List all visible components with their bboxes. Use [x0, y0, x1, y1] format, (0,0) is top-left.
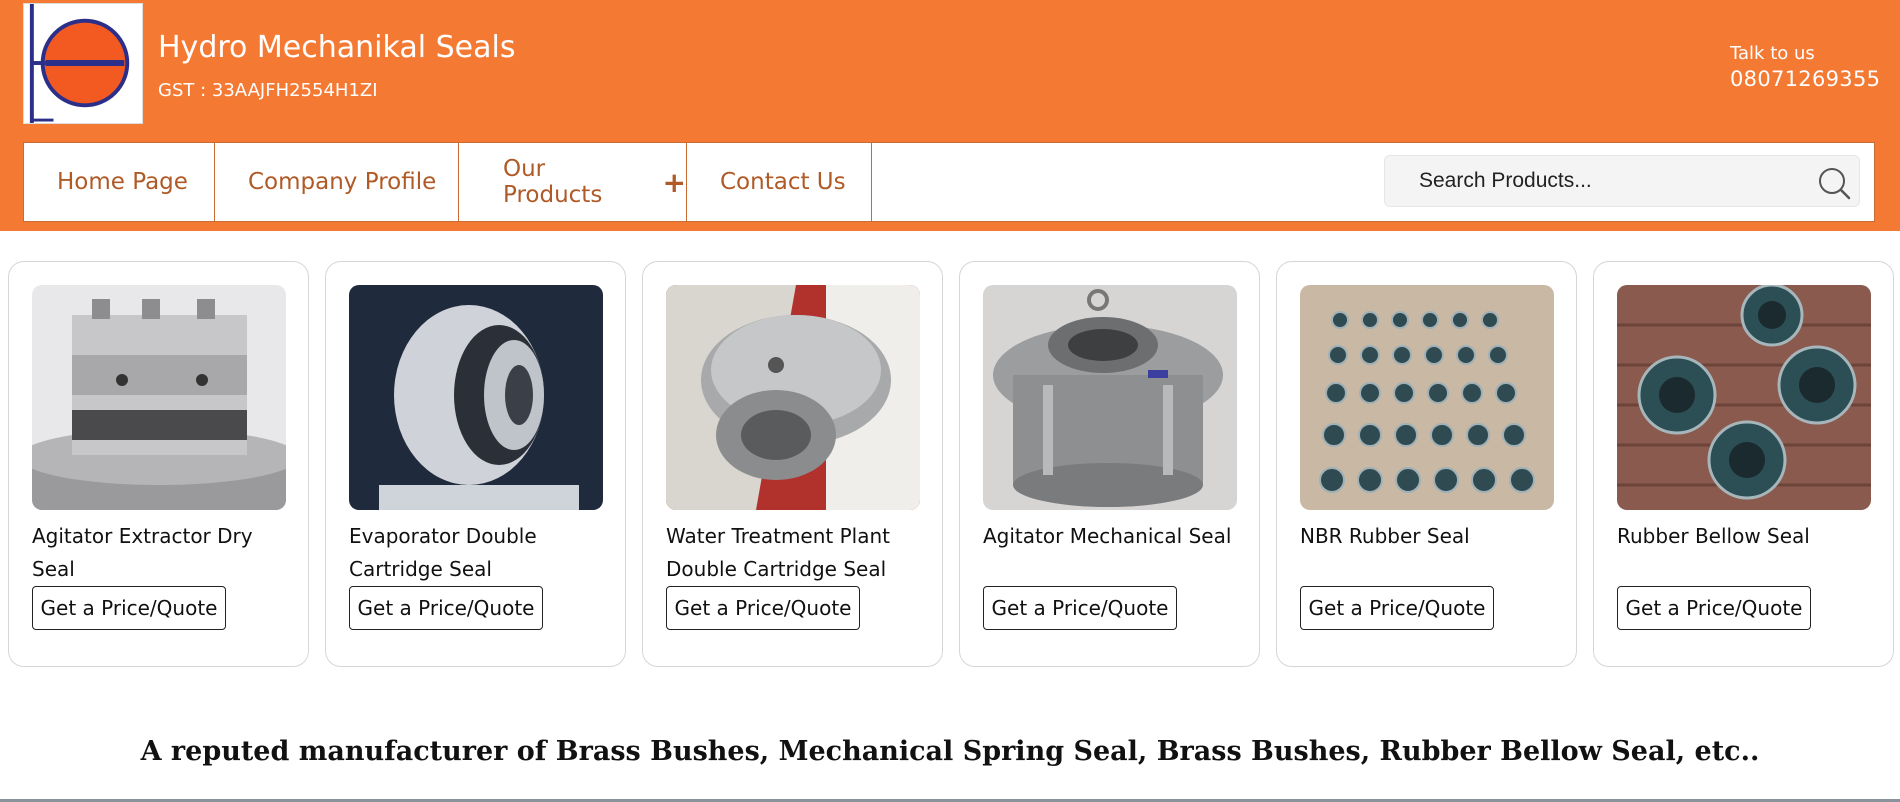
expand-plus-icon[interactable]: +: [663, 166, 686, 199]
phone-number[interactable]: 08071269355: [1730, 67, 1880, 91]
get-quote-button[interactable]: Get a Price/Quote: [32, 586, 226, 630]
product-card[interactable]: NBR Rubber Seal Get a Price/Quote: [1276, 261, 1577, 667]
nbr-rubber-seal-image: [1300, 285, 1554, 510]
nav-home-page[interactable]: Home Page: [24, 143, 215, 221]
product-title[interactable]: Evaporator Double Cartridge Seal: [349, 520, 614, 586]
nav-label: Home Page: [57, 169, 188, 195]
agitator-mechanical-seal-image: [983, 285, 1237, 510]
nav-label: Company Profile: [248, 169, 437, 195]
product-image[interactable]: [983, 285, 1237, 510]
search-input[interactable]: [1385, 156, 1785, 206]
product-title[interactable]: Agitator Extractor Dry Seal: [32, 520, 297, 586]
product-image[interactable]: [32, 285, 286, 510]
nav-label: Our Products: [503, 156, 603, 208]
get-quote-button[interactable]: Get a Price/Quote: [666, 586, 860, 630]
water-treatment-seal-image: [666, 285, 920, 510]
search-box: [1384, 155, 1860, 207]
search-icon[interactable]: [1817, 166, 1851, 200]
company-logo[interactable]: [23, 3, 143, 124]
product-image[interactable]: [349, 285, 603, 510]
company-tagline: A reputed manufacturer of Brass Bushes, …: [140, 736, 1760, 767]
get-quote-button[interactable]: Get a Price/Quote: [983, 586, 1177, 630]
site-header: Hydro Mechanikal Seals GST : 33AAJFH2554…: [0, 0, 1900, 231]
get-quote-button[interactable]: Get a Price/Quote: [349, 586, 543, 630]
nav-label: Contact Us: [720, 169, 846, 195]
get-quote-button[interactable]: Get a Price/Quote: [1617, 586, 1811, 630]
logo-emblem-icon: [24, 4, 142, 123]
product-cards: Agitator Extractor Dry Seal Get a Price/…: [8, 261, 1894, 667]
get-quote-button[interactable]: Get a Price/Quote: [1300, 586, 1494, 630]
product-image[interactable]: [1300, 285, 1554, 510]
product-image[interactable]: [666, 285, 920, 510]
nav-our-products[interactable]: Our Products +: [459, 143, 687, 221]
rubber-bellow-seal-image: [1617, 285, 1871, 510]
product-title[interactable]: Rubber Bellow Seal: [1617, 520, 1882, 553]
product-title[interactable]: NBR Rubber Seal: [1300, 520, 1565, 553]
product-card[interactable]: Agitator Extractor Dry Seal Get a Price/…: [8, 261, 309, 667]
company-name[interactable]: Hydro Mechanikal Seals: [158, 30, 515, 65]
product-title[interactable]: Water Treatment Plant Double Cartridge S…: [666, 520, 931, 586]
product-card[interactable]: Agitator Mechanical Seal Get a Price/Quo…: [959, 261, 1260, 667]
product-image[interactable]: [1617, 285, 1871, 510]
product-card[interactable]: Water Treatment Plant Double Cartridge S…: [642, 261, 943, 667]
nav-contact-us[interactable]: Contact Us: [687, 143, 872, 221]
talk-to-us-label: Talk to us: [1730, 43, 1815, 64]
product-card[interactable]: Rubber Bellow Seal Get a Price/Quote: [1593, 261, 1894, 667]
gst-number: GST : 33AAJFH2554H1ZI: [158, 80, 378, 101]
dry-seal-image: [32, 285, 286, 510]
product-card[interactable]: Evaporator Double Cartridge Seal Get a P…: [325, 261, 626, 667]
product-title[interactable]: Agitator Mechanical Seal: [983, 520, 1248, 553]
nav-company-profile[interactable]: Company Profile: [215, 143, 459, 221]
evaporator-seal-image: [349, 285, 603, 510]
